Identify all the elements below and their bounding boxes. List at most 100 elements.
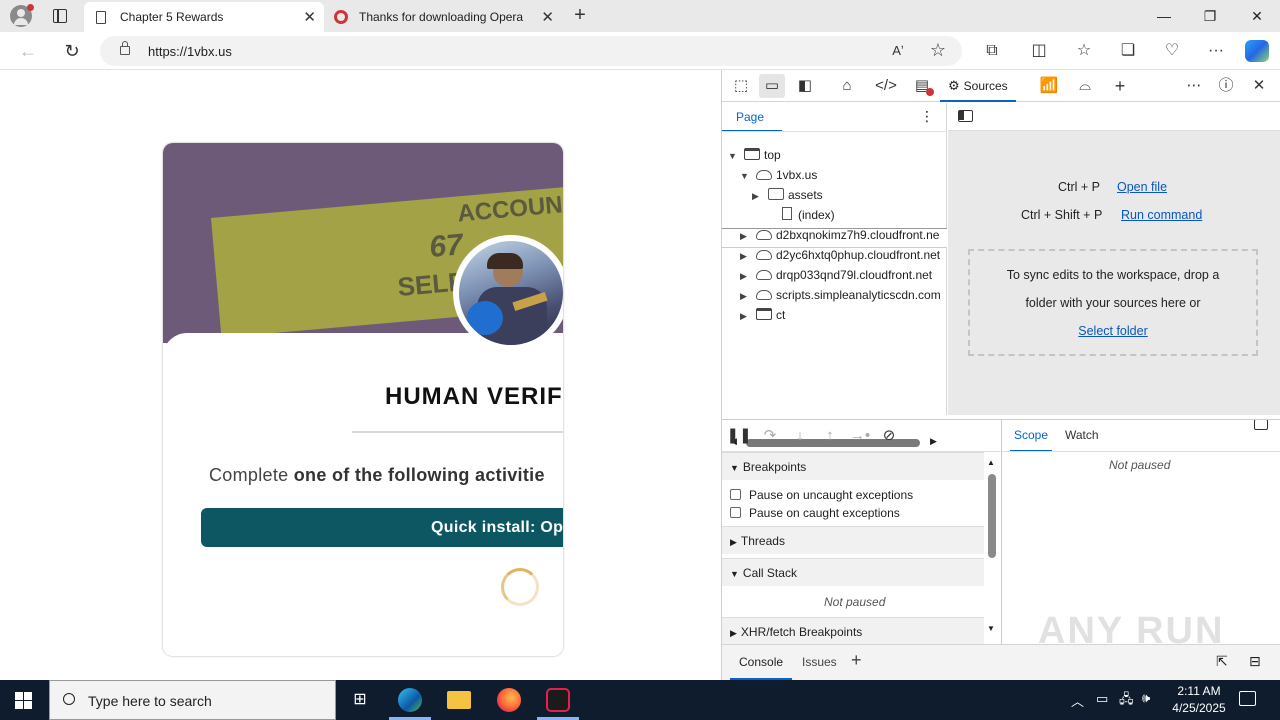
tab-scope[interactable]: Scope	[1010, 420, 1053, 452]
tree-item[interactable]: ▶ assets	[752, 185, 823, 205]
collapsed-triangle-icon[interactable]: ▶	[740, 286, 752, 306]
battery-icon[interactable]: ▭	[1096, 691, 1108, 707]
open-file-link[interactable]: Open file	[1117, 180, 1167, 194]
shortcut-keys-run-command: Ctrl + Shift + P	[1021, 208, 1103, 222]
more-menu-icon[interactable]: ···	[1204, 39, 1228, 63]
minimize-icon[interactable]: —	[1146, 4, 1182, 28]
firefox-icon[interactable]	[497, 688, 521, 712]
device-emulation-icon[interactable]: ▭	[759, 74, 785, 98]
workspace-drop-zone[interactable]: To sync edits to the workspace, drop a f…	[968, 249, 1258, 356]
navigator-menu-icon[interactable]: ⋮	[920, 108, 934, 125]
favorite-star-icon[interactable]: ☆	[926, 38, 950, 62]
pause-caught-checkbox[interactable]: Pause on caught exceptions	[730, 504, 900, 522]
tab-watch[interactable]: Watch	[1065, 420, 1099, 450]
copilot-icon[interactable]	[1245, 40, 1269, 62]
profile-icon[interactable]	[10, 4, 34, 27]
url-text[interactable]: https://1vbx.us	[148, 44, 232, 59]
tab-sources[interactable]: ⚙ Sources	[940, 70, 1016, 102]
tab-page[interactable]: Page	[736, 110, 764, 124]
add-drawer-tab-icon[interactable]: +	[851, 650, 862, 671]
new-tab-icon[interactable]: +	[568, 4, 592, 28]
close-tab-icon[interactable]: ✕	[541, 8, 554, 26]
read-aloud-icon[interactable]: Aʼ	[886, 39, 910, 63]
dock-side-icon[interactable]: ◧	[792, 74, 818, 98]
collapsed-triangle-icon[interactable]: ▶	[740, 226, 752, 246]
close-devtools-icon[interactable]: ✕	[1246, 74, 1272, 98]
windows-start-icon[interactable]	[15, 692, 32, 709]
help-icon[interactable]: ⓘ	[1213, 74, 1239, 98]
task-view-icon[interactable]: ⊞	[348, 688, 372, 712]
scroll-down-icon[interactable]: ▼	[987, 624, 995, 633]
favorites-icon[interactable]: ☆	[1072, 39, 1096, 63]
collapsed-triangle-icon[interactable]: ▶	[740, 266, 752, 286]
customize-menu-icon[interactable]: ⋯	[1181, 74, 1207, 98]
tree-item[interactable]: ▶ d2bxqnokimz7h9.cloudfront.ne	[740, 225, 939, 245]
file-explorer-icon[interactable]	[447, 691, 471, 709]
system-clock[interactable]: 2:11 AM 4/25/2025	[1160, 683, 1238, 717]
deactivate-breakpoints-icon[interactable]: ⊘	[876, 424, 902, 448]
dock-drawer-icon[interactable]: ⇱	[1216, 653, 1228, 670]
close-drawer-icon[interactable]: ⊟	[1249, 653, 1261, 670]
tab-chapter-5-rewards[interactable]: Chapter 5 Rewards ✕	[84, 2, 324, 32]
expand-triangle-icon[interactable]: ▼	[740, 166, 752, 186]
opera-gx-icon[interactable]	[546, 688, 570, 712]
performance-tab-icon[interactable]: ⌓	[1072, 74, 1098, 98]
run-command-link[interactable]: Run command	[1121, 208, 1202, 222]
close-tab-icon[interactable]: ✕	[303, 8, 316, 26]
close-window-icon[interactable]: ✕	[1239, 4, 1275, 28]
more-tools-icon[interactable]: +	[1107, 74, 1133, 98]
lock-icon[interactable]	[120, 41, 130, 55]
address-bar[interactable]: https://1vbx.us Aʼ ☆	[100, 36, 962, 66]
welcome-home-icon[interactable]: ⌂	[834, 74, 860, 98]
scope-not-paused: Not paused	[1109, 458, 1171, 472]
extensions-icon[interactable]: ⧉	[980, 39, 1004, 63]
collapsed-triangle-icon[interactable]: ▶	[740, 246, 752, 266]
instruction-emphasis: one of the following activitie	[293, 465, 545, 485]
tree-item[interactable]: ▶ ct	[740, 305, 785, 325]
network-tab-icon[interactable]: 📶	[1036, 74, 1062, 98]
elements-tab-icon[interactable]: </>	[873, 74, 899, 98]
taskbar-search-box[interactable]: Type here to search	[49, 680, 336, 720]
step-icon[interactable]: →•	[847, 424, 873, 448]
cloud-icon	[756, 170, 772, 180]
tab-issues[interactable]: Issues	[802, 655, 837, 669]
tree-item[interactable]: (index)	[764, 205, 835, 225]
step-out-icon[interactable]: ↑	[817, 424, 843, 448]
network-icon[interactable]: 🖧	[1119, 690, 1134, 712]
volume-icon[interactable]: 🕪	[1142, 690, 1150, 706]
vertical-scrollbar[interactable]	[988, 474, 996, 558]
tab-console[interactable]: Console	[739, 655, 783, 669]
inspect-element-icon[interactable]: ⬚	[728, 74, 754, 98]
collapsed-triangle-icon[interactable]: ▶	[752, 186, 764, 206]
tree-item[interactable]: ▶ drqp033qnd79l.cloudfront.net	[740, 265, 932, 285]
step-into-icon[interactable]: ↓	[787, 424, 813, 448]
tree-item[interactable]: ▼ 1vbx.us	[740, 165, 817, 185]
collapsed-triangle-icon[interactable]: ▶	[740, 306, 752, 326]
edge-taskbar-icon[interactable]	[398, 688, 422, 712]
tab-actions-icon[interactable]	[53, 9, 67, 23]
quick-install-button[interactable]: Quick install: Op	[201, 508, 563, 547]
notifications-icon[interactable]	[1239, 691, 1256, 706]
xhr-breakpoints-section[interactable]: ▶ XHR/fetch Breakpoints	[722, 617, 984, 645]
tab-opera-download[interactable]: Thanks for downloading Opera ✕	[324, 2, 562, 32]
step-over-icon[interactable]: ↷	[757, 424, 783, 448]
tree-item[interactable]: ▼ top	[728, 145, 781, 165]
toggle-navigator-icon[interactable]	[958, 110, 973, 122]
split-screen-icon[interactable]: ◫	[1027, 39, 1051, 63]
tree-item[interactable]: ▶ scripts.simpleanalyticscdn.com	[740, 285, 941, 305]
breakpoints-section[interactable]: ▼ Breakpoints	[722, 452, 984, 480]
restore-icon[interactable]: ❐	[1192, 4, 1228, 28]
performance-icon[interactable]: ♡	[1160, 39, 1184, 63]
refresh-icon[interactable]: ↻	[60, 39, 84, 63]
scroll-up-icon[interactable]: ▲	[987, 458, 995, 467]
pause-uncaught-checkbox[interactable]: Pause on uncaught exceptions	[730, 486, 913, 504]
back-icon[interactable]: ←	[16, 39, 40, 63]
threads-section[interactable]: ▶ Threads	[722, 526, 984, 554]
call-stack-section[interactable]: ▼ Call Stack	[722, 558, 984, 586]
expand-triangle-icon[interactable]: ▼	[728, 146, 740, 166]
select-folder-link[interactable]: Select folder	[970, 317, 1256, 345]
pause-icon[interactable]: ❚❚	[726, 424, 752, 448]
show-hidden-icons-icon[interactable]: ︿	[1071, 691, 1084, 710]
tree-item[interactable]: ▶ d2yc6hxtq0phup.cloudfront.net	[740, 245, 940, 265]
collections-icon[interactable]: ❏	[1116, 39, 1140, 63]
